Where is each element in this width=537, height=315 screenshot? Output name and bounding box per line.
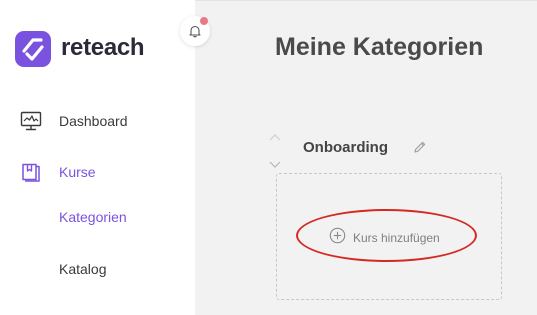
sidebar-item-dashboard[interactable]: Dashboard [20,110,128,132]
book-icon [20,161,42,183]
sidebar-subitem-kategorien[interactable]: Kategorien [59,209,127,225]
notifications-button[interactable] [180,16,210,46]
sidebar-item-kurse-label: Kurse [59,164,96,180]
sidebar-item-kurse[interactable]: Kurse [20,161,96,183]
pencil-edit-icon[interactable] [413,140,427,159]
notification-badge [200,17,208,25]
chevron-down-icon[interactable] [269,156,281,174]
category-title: Onboarding [303,139,388,156]
bell-icon [189,25,201,38]
dashboard-monitor-icon [20,110,42,132]
red-highlight-ellipse [296,209,477,262]
sidebar-subitem-katalog[interactable]: Katalog [59,261,106,277]
brand-name: reteach [61,34,145,61]
sidebar-item-dashboard-label: Dashboard [59,113,128,129]
chevron-up-icon[interactable] [269,128,281,146]
sidebar: reteach Dashboard Kurse Kategorien Katal… [0,0,195,315]
page-title: Meine Kategorien [275,33,484,61]
reteach-logo[interactable] [15,31,51,67]
